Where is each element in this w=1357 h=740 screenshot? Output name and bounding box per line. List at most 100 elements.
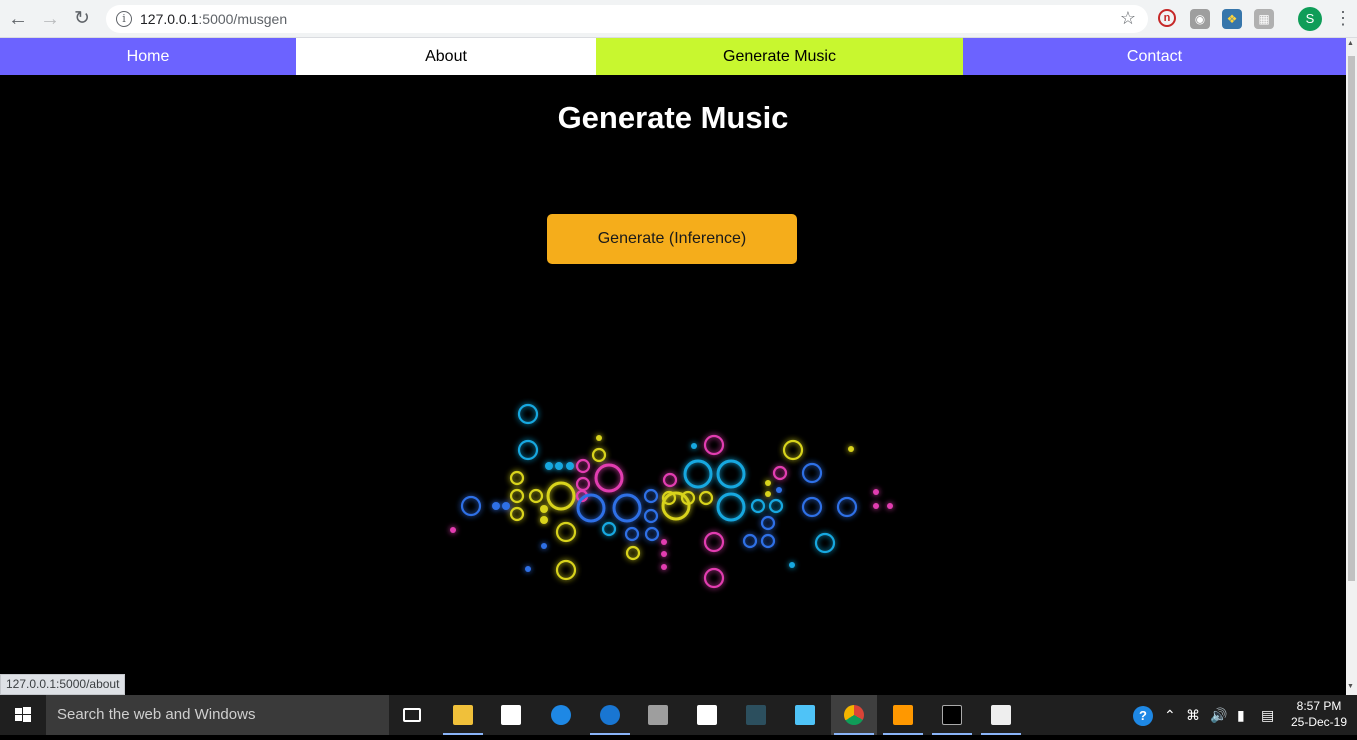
python-button[interactable] [978,695,1024,735]
bookmark-star-icon[interactable]: ☆ [1120,8,1136,29]
profile-avatar[interactable]: S [1298,7,1322,31]
app-button-1[interactable] [635,695,681,735]
internet-explorer-icon [551,705,571,725]
battery-icon[interactable]: ▮ [1237,695,1245,735]
visualizer-bubble [643,508,659,524]
visualizer-bubble [576,493,606,523]
visualizer-bubble [540,505,548,513]
extension-gray-icon[interactable]: ▦ [1254,9,1274,29]
edge-button[interactable] [587,695,633,735]
visualizer-bubble [772,465,788,481]
info-icon[interactable]: i [116,11,132,27]
calendar-button[interactable] [684,695,730,735]
visualizer-bubble [517,403,539,425]
notification-icon[interactable]: ▤ [1261,695,1274,735]
internet-explorer-button[interactable] [538,695,584,735]
camera-extension-icon[interactable]: ◉ [1190,9,1210,29]
volume-icon[interactable]: 🔊 [1210,695,1227,735]
visualizer-bubble [517,439,539,461]
visualizer-bubble [575,476,591,492]
visualizer-bubble [691,443,697,449]
visualizer-bubble [776,487,782,493]
visualizer-bubble [768,498,784,514]
store-bag-icon [501,705,521,725]
visualizer-bubble [873,489,879,495]
visualizer-bubble [509,506,525,522]
nav-home[interactable]: Home [0,38,296,75]
chrome-icon [844,705,864,725]
visualizer-bubble [683,459,713,489]
page-scrollbar[interactable]: ▲ ▼ [1346,38,1357,695]
forward-button[interactable]: → [38,7,62,31]
visualizer-bubble [644,526,660,542]
visualizer-bubble [801,496,823,518]
chevron-up-icon[interactable]: ⌃ [1164,695,1176,735]
generate-inference-button[interactable]: Generate (Inference) [547,214,797,264]
visualizer-bubble [594,463,624,493]
taskbar-search[interactable]: Search the web and Windows [46,695,389,735]
nav-about[interactable]: About [296,38,596,75]
nav-contact[interactable]: Contact [963,38,1346,75]
start-button[interactable] [0,695,46,735]
scroll-down-icon[interactable]: ▼ [1347,683,1354,690]
visualizer-bubble [801,462,823,484]
nav-generate-music[interactable]: Generate Music [596,38,963,75]
file-explorer-button[interactable] [440,695,486,735]
extension-n-icon[interactable]: n [1158,9,1176,27]
url-path: :5000/musgen [198,11,288,27]
task-view-button[interactable] [389,695,435,735]
folder-icon [453,705,473,725]
page-title: Generate Music [557,100,789,135]
visualizer-bubble [703,567,725,589]
visualizer-bubble [555,521,577,543]
visualizer-bubble [760,515,776,531]
visualizer-bubble [509,470,525,486]
taskbar-clock[interactable]: 8:57 PM 25-Dec-19 [1284,698,1354,730]
visualizer-bubble [760,533,776,549]
status-bar-url: 127.0.0.1:5000/about [0,674,126,695]
visualizer-bubble [716,459,746,489]
visualizer-bubble [546,481,576,511]
visualizer-bubble [716,492,746,522]
help-icon[interactable]: ? [1133,695,1157,735]
network-icon[interactable]: ⌘ [1186,695,1200,735]
visualizer-bubble [873,503,879,509]
store-button[interactable] [488,695,534,735]
visualizer-bubble [612,493,642,523]
sublime-button[interactable] [880,695,926,735]
chrome-button[interactable] [831,695,877,735]
bubble-group [450,403,893,589]
scrollbar-thumb[interactable] [1348,56,1355,581]
visualizer-bubble [566,462,574,470]
address-bar[interactable]: i 127.0.0.1:5000/musgen ☆ [106,5,1148,33]
visualizer-bubble [643,488,659,504]
windows-taskbar: Search the web and Windows ? ⌃ ⌘ 🔊 ▮ ▤ 8… [0,695,1357,735]
visualizer-bubble [575,458,591,474]
browser-toolbar: ← → ↻ i 127.0.0.1:5000/musgen ☆ n ◉ ❖ ▦ … [0,0,1357,38]
visualizer-bubble [555,559,577,581]
visualizer-bubble [541,543,547,549]
visualizer-bubble [661,551,667,557]
back-button[interactable]: ← [6,7,30,31]
visualizer-bubble [765,491,771,497]
reload-button[interactable]: ↻ [70,7,94,31]
app-button-2[interactable] [733,695,779,735]
visualizer-bubble [528,488,544,504]
terminal-button[interactable] [929,695,975,735]
python-extension-icon[interactable]: ❖ [1222,9,1242,29]
app-button-3[interactable] [782,695,828,735]
visualizer-bubble [836,496,858,518]
site-nav: Home About Generate Music Contact [0,38,1346,75]
menu-kebab-icon[interactable]: ⋮ [1334,8,1352,28]
clock-time: 8:57 PM [1296,699,1342,713]
visualizer-bubble [662,472,678,488]
visualizer-bubble [782,439,804,461]
visualizer-bubble [848,446,854,452]
visualizer-bubble [789,562,795,568]
visualizer-bubble [703,531,725,553]
visualizer-bubble [742,533,758,549]
url-text[interactable]: 127.0.0.1:5000/musgen [140,11,287,27]
scroll-up-icon[interactable]: ▲ [1347,40,1354,47]
terminal-icon [942,705,962,725]
visualizer-bubble [509,488,525,504]
